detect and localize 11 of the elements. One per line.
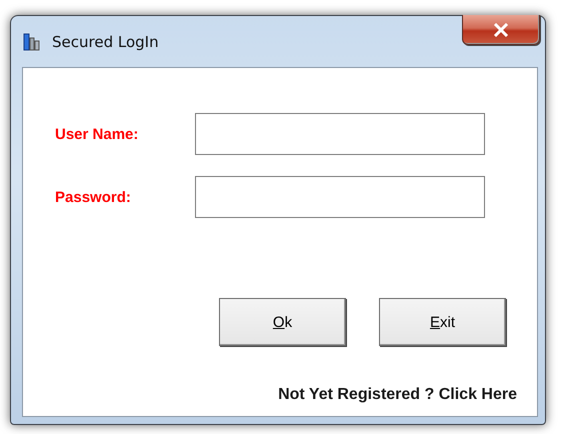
dialog-button[interactable]: Ok bbox=[219, 298, 346, 346]
dialog-button[interactable]: Exit bbox=[379, 298, 506, 346]
register-link[interactable]: Not Yet Registered ? Click Here bbox=[278, 386, 517, 404]
field-label: Password: bbox=[54, 188, 132, 206]
window-title: Secured LogIn bbox=[52, 32, 159, 50]
bar-chart-icon bbox=[22, 32, 42, 52]
field-label: User Name: bbox=[54, 126, 140, 142]
close-icon bbox=[493, 22, 509, 36]
input-field[interactable] bbox=[195, 176, 485, 218]
close-button[interactable] bbox=[462, 15, 540, 45]
input-field[interactable] bbox=[195, 113, 485, 155]
